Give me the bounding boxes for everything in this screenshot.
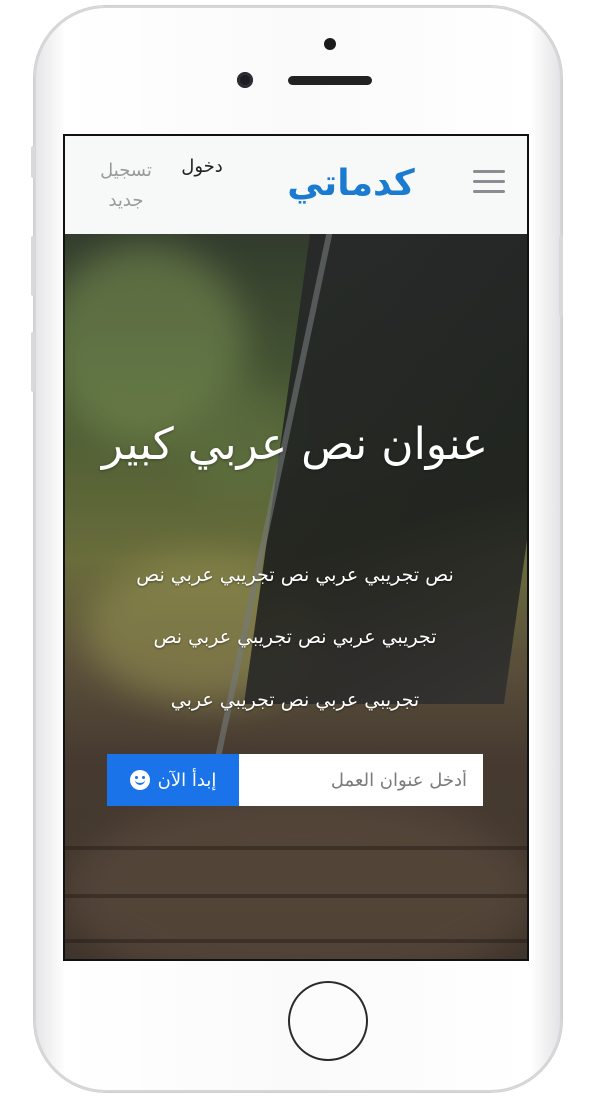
start-now-label: إبدأ الآن [157, 769, 217, 791]
mute-switch [31, 146, 35, 178]
job-address-input[interactable] [239, 754, 483, 806]
earpiece-speaker [288, 76, 372, 85]
smile-icon [129, 770, 150, 790]
volume-down-button [31, 332, 35, 392]
phone-screen: تسجيل جديد دخول كدماتي عنوان نص عربي كبي… [63, 134, 529, 961]
front-camera-icon [237, 72, 253, 88]
power-button [559, 236, 563, 316]
proximity-sensor [324, 38, 336, 50]
home-button[interactable] [288, 981, 368, 1061]
start-now-button[interactable]: إبدأ الآن [107, 754, 239, 806]
register-link[interactable]: تسجيل جديد [89, 156, 163, 216]
hero-text-line-2: تجريبي عربي نص تجريبي عربي نص [153, 626, 437, 648]
hero-section: عنوان نص عربي كبير نص تجريبي عربي نص تجر… [65, 234, 527, 959]
top-navbar: تسجيل جديد دخول كدماتي [65, 136, 527, 234]
hamburger-menu-icon[interactable] [473, 168, 507, 196]
hero-text-line-1: نص تجريبي عربي نص تجريبي عربي نص [136, 564, 454, 586]
hero-title: عنوان نص عربي كبير [101, 419, 489, 470]
hero-text-line-3: تجريبي عربي نص تجريبي عربي [170, 689, 420, 711]
volume-up-button [31, 236, 35, 296]
login-link[interactable]: دخول [173, 156, 231, 177]
hero-overlay [65, 234, 527, 959]
search-form: إبدأ الآن [107, 754, 483, 806]
brand-logo[interactable]: كدماتي [271, 156, 431, 212]
